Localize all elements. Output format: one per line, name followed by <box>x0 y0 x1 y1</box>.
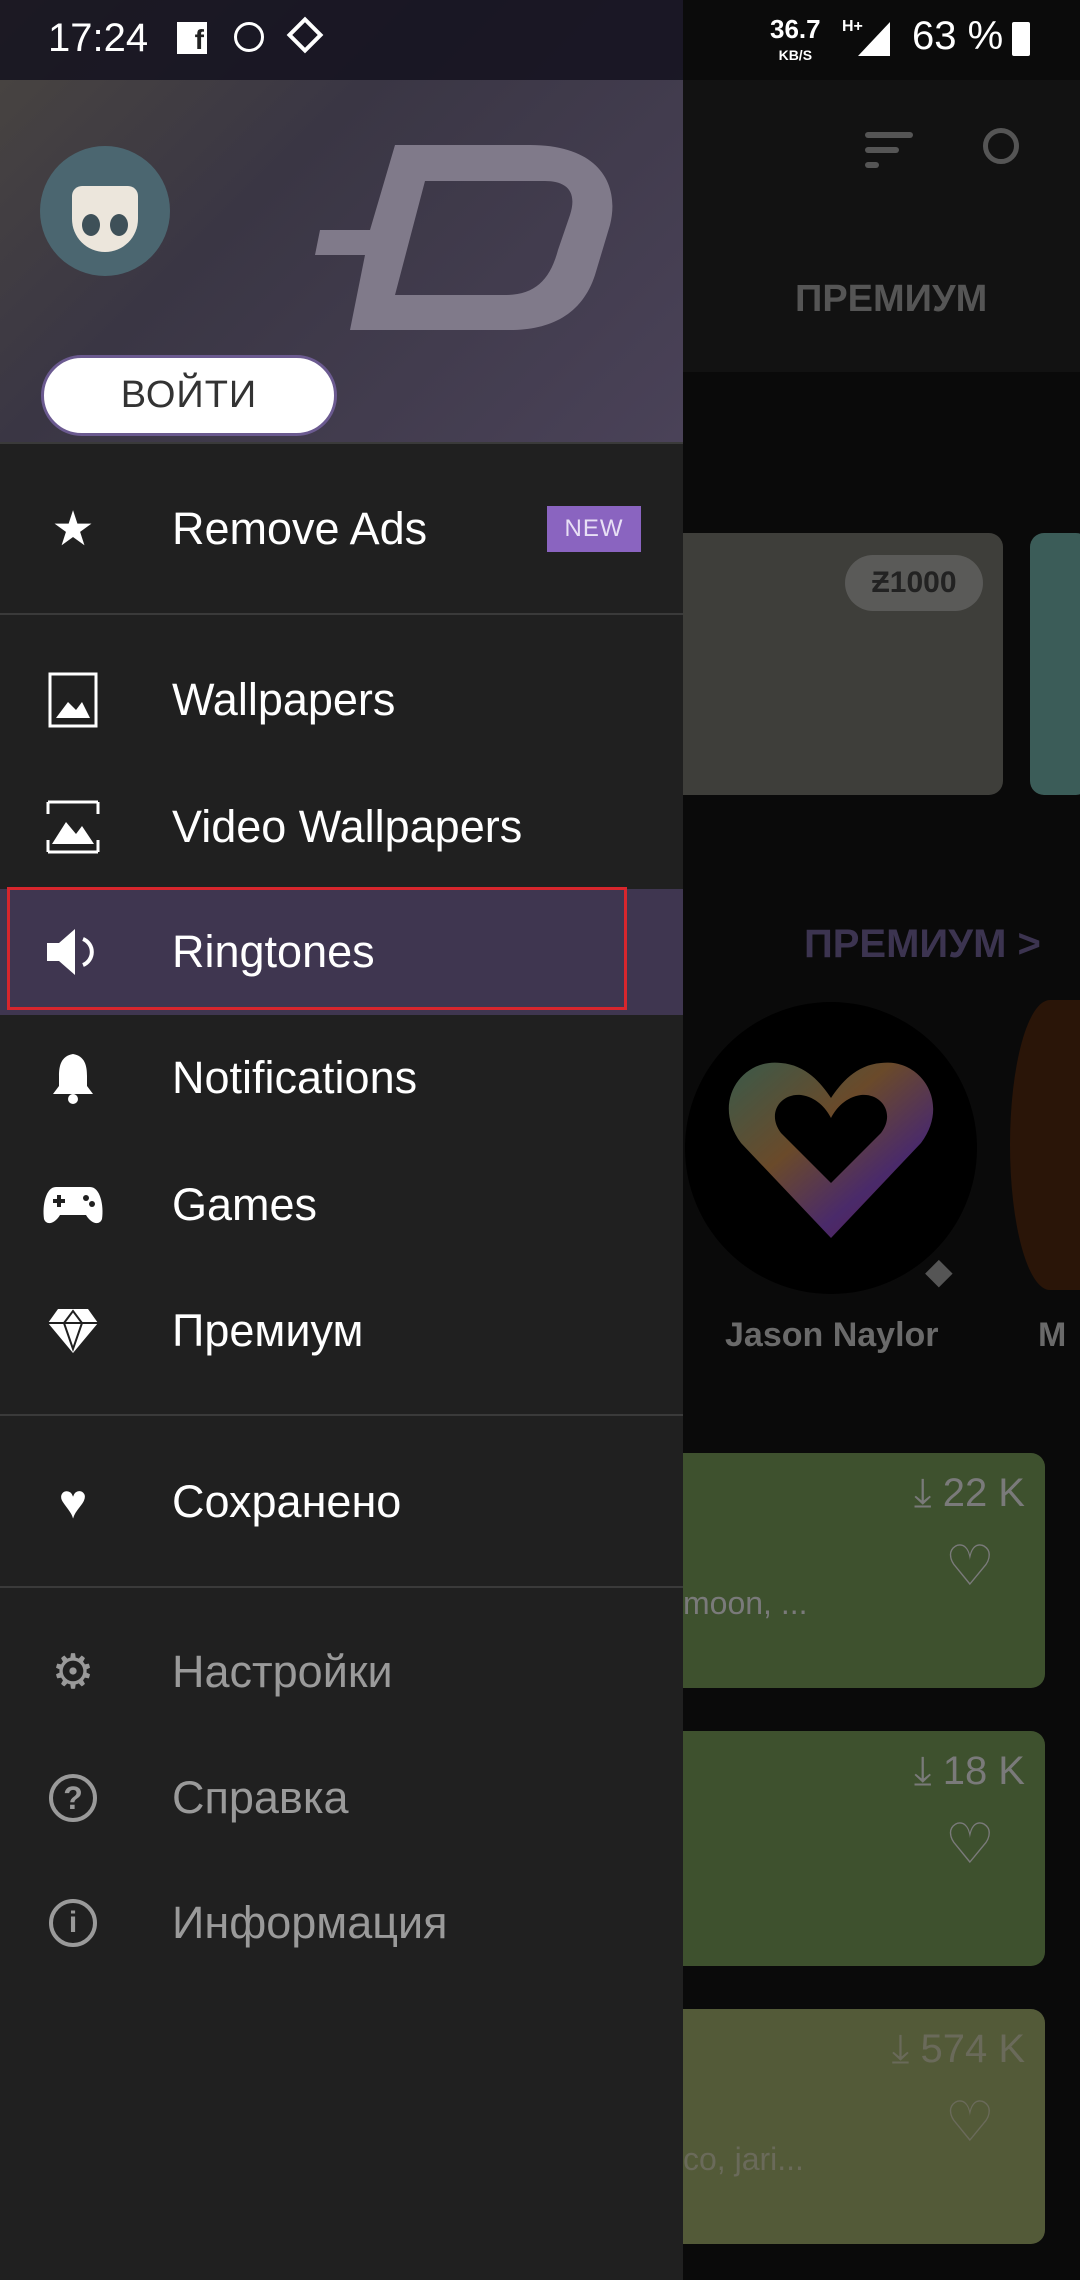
avatar-face <box>72 186 138 252</box>
drawer-item-settings[interactable]: ⚙ Настройки <box>0 1609 683 1735</box>
navigation-drawer: 17:24 f ВОЙТИ ★ Remove Ads NEW Wallpaper… <box>0 0 683 2280</box>
artist-name-2: M <box>1038 1316 1067 1354</box>
app-bar: ПРЕМИУМ <box>683 80 1080 372</box>
drawer-item-wallpapers[interactable]: Wallpapers <box>0 637 683 763</box>
favorite-heart-icon[interactable]: ♡ <box>945 1533 995 1599</box>
battery-icon <box>1012 22 1030 56</box>
featured-card-2[interactable] <box>1030 533 1080 795</box>
notification-app-icon-2 <box>286 16 324 54</box>
sort-icon[interactable] <box>865 132 913 168</box>
drawer-item-video-wallpapers[interactable]: Video Wallpapers <box>0 764 683 890</box>
net-speed-unit: KB/S <box>778 47 813 63</box>
drawer-item-label: Remove Ads <box>172 503 428 554</box>
video-wallpaper-icon <box>0 800 146 854</box>
drawer-item-label: Games <box>172 1179 318 1230</box>
drawer-item-label: Сохранено <box>172 1476 402 1527</box>
premium-link[interactable]: ПРЕМИУМ > <box>804 922 1041 967</box>
ringtone-card[interactable]: ⤓ 22 K ♡ moon, ... <box>660 1453 1045 1688</box>
search-icon[interactable] <box>983 128 1019 164</box>
divider <box>0 1586 683 1588</box>
gear-icon: ⚙ <box>51 1646 95 1699</box>
diamond-icon <box>0 1307 146 1355</box>
drawer-item-games[interactable]: Games <box>0 1142 683 1268</box>
download-icon: ⤓ <box>891 2027 921 2071</box>
divider <box>0 1414 683 1416</box>
star-icon: ★ <box>51 503 95 556</box>
divider <box>0 613 683 615</box>
battery-text: 63 % <box>912 14 1004 58</box>
drawer-item-label: Wallpapers <box>172 674 396 725</box>
image-icon <box>0 672 146 728</box>
info-icon: i <box>0 1899 146 1947</box>
download-count: ⤓ 18 K <box>914 1749 1025 1794</box>
drawer-item-info[interactable]: i Информация <box>0 1860 683 1986</box>
login-button[interactable]: ВОЙТИ <box>41 355 337 436</box>
download-count: ⤓ 22 K <box>914 1471 1025 1516</box>
avatar[interactable] <box>40 146 170 276</box>
new-badge: NEW <box>547 506 641 552</box>
drawer-status-area: 17:24 f <box>0 0 683 80</box>
drawer-item-label: Настройки <box>172 1646 393 1697</box>
heart-icon: ♥ <box>58 1475 88 1529</box>
favorite-heart-icon[interactable]: ♡ <box>945 2089 995 2155</box>
drawer-item-label: Справка <box>172 1772 349 1823</box>
ringtone-tags: moon, ... <box>683 1585 808 1621</box>
help-icon: ? <box>0 1774 146 1822</box>
notification-app-icon <box>234 22 264 52</box>
drawer-item-label: Премиум <box>172 1305 364 1356</box>
artist-name: Jason Naylor <box>725 1316 939 1354</box>
ringtone-tags: co, jari... <box>683 2141 804 2177</box>
download-count-value: 22 K <box>942 1471 1025 1515</box>
net-speed-value: 36.7 <box>770 14 821 44</box>
favorite-heart-icon[interactable]: ♡ <box>945 1811 995 1877</box>
drawer-item-saved[interactable]: ♥ Сохранено <box>0 1439 683 1565</box>
drawer-item-label: Video Wallpapers <box>172 801 523 852</box>
featured-card[interactable]: Ƶ1000 <box>660 533 1003 795</box>
tab-premium[interactable]: ПРЕМИУМ <box>795 278 987 321</box>
bell-icon <box>0 1052 146 1104</box>
drawer-item-label: Notifications <box>172 1052 418 1103</box>
download-count: ⤓ 574 K <box>892 2027 1025 2072</box>
artist-avatar-2[interactable] <box>1010 1000 1080 1290</box>
drawer-item-premium[interactable]: Премиум <box>0 1268 683 1394</box>
zedge-logo <box>315 145 613 330</box>
facebook-icon: f <box>177 22 207 55</box>
gamepad-icon <box>0 1185 146 1225</box>
drawer-item-notifications[interactable]: Notifications <box>0 1015 683 1141</box>
ringtone-card[interactable]: ⤓ 574 K ♡ co, jari... <box>660 2009 1045 2244</box>
drawer-header: 17:24 f ВОЙТИ <box>0 0 683 442</box>
download-count-value: 18 K <box>942 1749 1025 1793</box>
download-count-value: 574 K <box>920 2027 1025 2071</box>
coin-badge: Ƶ1000 <box>845 555 983 611</box>
highlight-box <box>7 887 627 1010</box>
download-icon: ⤓ <box>913 1471 943 1515</box>
heart-artwork <box>728 1062 934 1238</box>
signal-icon <box>858 22 890 56</box>
drawer-item-help[interactable]: ? Справка <box>0 1735 683 1861</box>
ringtone-card[interactable]: ⤓ 18 K ♡ <box>660 1731 1045 1966</box>
divider <box>0 442 683 444</box>
status-time: 17:24 <box>48 16 149 60</box>
download-icon: ⤓ <box>913 1749 943 1793</box>
net-speed: 36.7 KB/S <box>770 16 821 66</box>
drawer-item-label: Информация <box>172 1897 448 1948</box>
premium-diamond-icon: ◆ <box>925 1250 953 1291</box>
